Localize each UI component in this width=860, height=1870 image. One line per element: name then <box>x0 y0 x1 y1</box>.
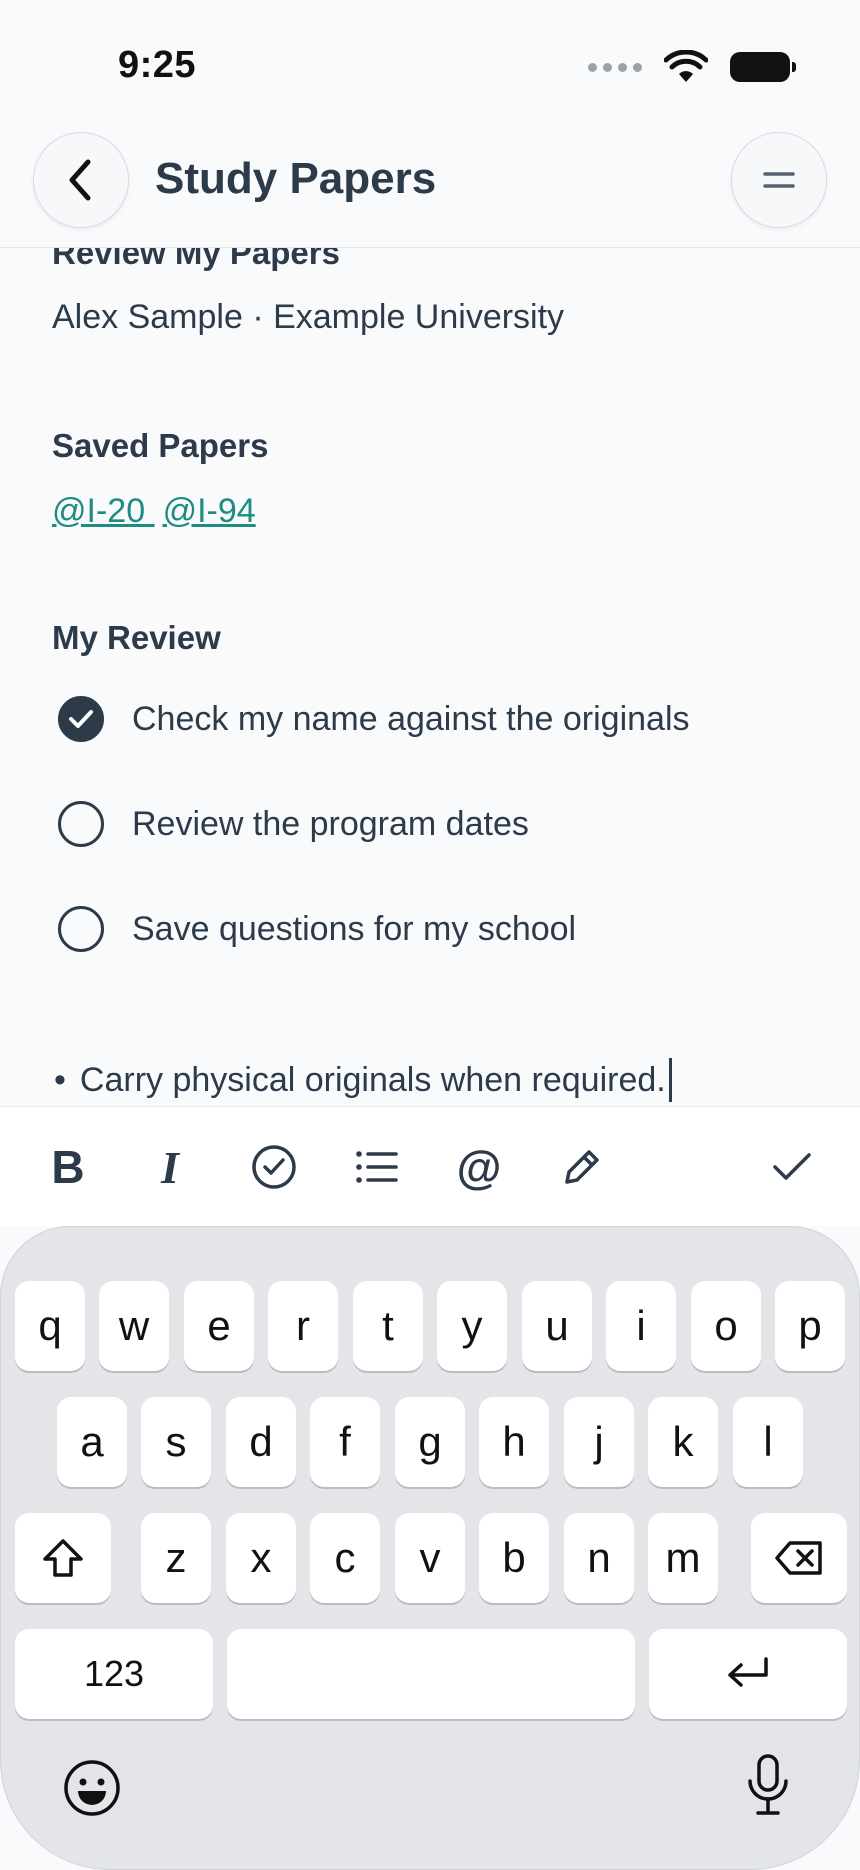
backspace-key[interactable] <box>751 1513 847 1603</box>
key-b[interactable]: b <box>479 1513 549 1603</box>
key-p[interactable]: p <box>775 1281 845 1371</box>
menu-icon <box>763 172 795 188</box>
emoji-icon <box>64 1760 120 1816</box>
key-g[interactable]: g <box>395 1397 465 1487</box>
key-h[interactable]: h <box>479 1397 549 1487</box>
return-key[interactable] <box>649 1629 847 1719</box>
at-sign-icon: @ <box>456 1141 502 1193</box>
key-j[interactable]: j <box>564 1397 634 1487</box>
checklist-item-label: Check my name against the originals <box>132 699 690 738</box>
key-l[interactable]: l <box>733 1397 803 1487</box>
key-r[interactable]: r <box>268 1281 338 1371</box>
section-heading-my-review: My Review <box>52 619 221 656</box>
owner-line: Alex Sample · Example University <box>52 298 565 336</box>
shift-arrow-icon <box>43 1539 83 1577</box>
pencil-icon <box>565 1150 599 1184</box>
saved-paper-links: @I-20 @I-94 <box>52 492 256 531</box>
bullet-marker: • <box>54 1060 66 1099</box>
space-key[interactable] <box>227 1629 635 1719</box>
screen: 9:25 Study Papers Review My Papers Alex … <box>0 0 860 1870</box>
bold-icon: B <box>51 1141 85 1193</box>
key-w[interactable]: w <box>99 1281 169 1371</box>
status-time: 9:25 <box>118 44 197 86</box>
text-cursor <box>668 1058 672 1102</box>
italic-button[interactable]: I <box>134 1131 206 1203</box>
checklist-item[interactable]: Review the program dates <box>58 799 529 849</box>
nav-bar: Study Papers <box>0 130 860 248</box>
checkbox-unchecked[interactable] <box>58 906 104 952</box>
status-bar: 9:25 <box>0 0 860 140</box>
check-circle-icon <box>252 1145 296 1189</box>
checkmark-icon <box>773 1153 811 1180</box>
key-x[interactable]: x <box>226 1513 296 1603</box>
wifi-icon <box>664 50 708 82</box>
key-q[interactable]: q <box>15 1281 85 1371</box>
section-heading-review-papers: Review My Papers <box>52 248 340 271</box>
cellular-signal-icon <box>588 62 642 72</box>
page-title: Study Papers <box>155 154 437 203</box>
saved-paper-link-i20[interactable]: @I-20 <box>52 492 145 530</box>
checkbox-checked[interactable] <box>58 696 104 742</box>
bullet-text: Carry physical originals when required. <box>79 1060 666 1099</box>
mention-button[interactable]: @ <box>443 1131 515 1203</box>
battery-icon <box>730 52 796 82</box>
key-a[interactable]: a <box>57 1397 127 1487</box>
checklist-item-label: Review the program dates <box>132 804 529 843</box>
italic-icon: I <box>161 1141 179 1193</box>
bullet-list-item[interactable]: • Carry physical originals when required… <box>54 1058 672 1102</box>
checklist-item[interactable]: Save questions for my school <box>58 904 576 954</box>
note-content[interactable]: Review My Papers Alex Sample · Example U… <box>0 248 860 1106</box>
saved-paper-link-i94[interactable]: @I-94 <box>163 492 256 530</box>
key-v[interactable]: v <box>395 1513 465 1603</box>
key-u[interactable]: u <box>522 1281 592 1371</box>
list-icon <box>356 1151 398 1183</box>
done-button[interactable] <box>756 1131 828 1203</box>
key-i[interactable]: i <box>606 1281 676 1371</box>
status-icons <box>588 50 796 84</box>
key-t[interactable]: t <box>353 1281 423 1371</box>
chevron-left-icon <box>69 159 91 201</box>
key-y[interactable]: y <box>437 1281 507 1371</box>
bold-button[interactable]: B <box>32 1131 104 1203</box>
keyboard: q w e r t y u i o p a s d f g h j k l z … <box>0 1226 860 1870</box>
return-icon <box>728 1657 768 1687</box>
format-toolbar: B I @ <box>0 1106 860 1226</box>
key-o[interactable]: o <box>691 1281 761 1371</box>
key-e[interactable]: e <box>184 1281 254 1371</box>
numbers-key[interactable]: 123 <box>15 1629 213 1719</box>
key-m[interactable]: m <box>648 1513 718 1603</box>
key-n[interactable]: n <box>564 1513 634 1603</box>
shift-key[interactable] <box>15 1513 111 1603</box>
key-c[interactable]: c <box>310 1513 380 1603</box>
checklist-item[interactable]: Check my name against the originals <box>58 694 690 744</box>
key-s[interactable]: s <box>141 1397 211 1487</box>
key-d[interactable]: d <box>226 1397 296 1487</box>
dictation-button[interactable] <box>735 1749 801 1821</box>
key-k[interactable]: k <box>648 1397 718 1487</box>
menu-button[interactable] <box>731 132 827 228</box>
key-z[interactable]: z <box>141 1513 211 1603</box>
section-heading-saved-papers: Saved Papers <box>52 427 269 464</box>
microphone-icon <box>748 1754 788 1815</box>
checkbox-unchecked[interactable] <box>58 801 104 847</box>
backspace-icon <box>775 1541 822 1575</box>
emoji-button[interactable] <box>59 1755 125 1821</box>
pencil-button[interactable] <box>546 1131 618 1203</box>
checklist-item-label: Save questions for my school <box>132 909 577 948</box>
checkmark-icon <box>69 710 93 728</box>
checklist-button[interactable] <box>238 1131 310 1203</box>
key-f[interactable]: f <box>310 1397 380 1487</box>
bullet-list-button[interactable] <box>341 1131 413 1203</box>
back-button[interactable] <box>33 132 129 228</box>
